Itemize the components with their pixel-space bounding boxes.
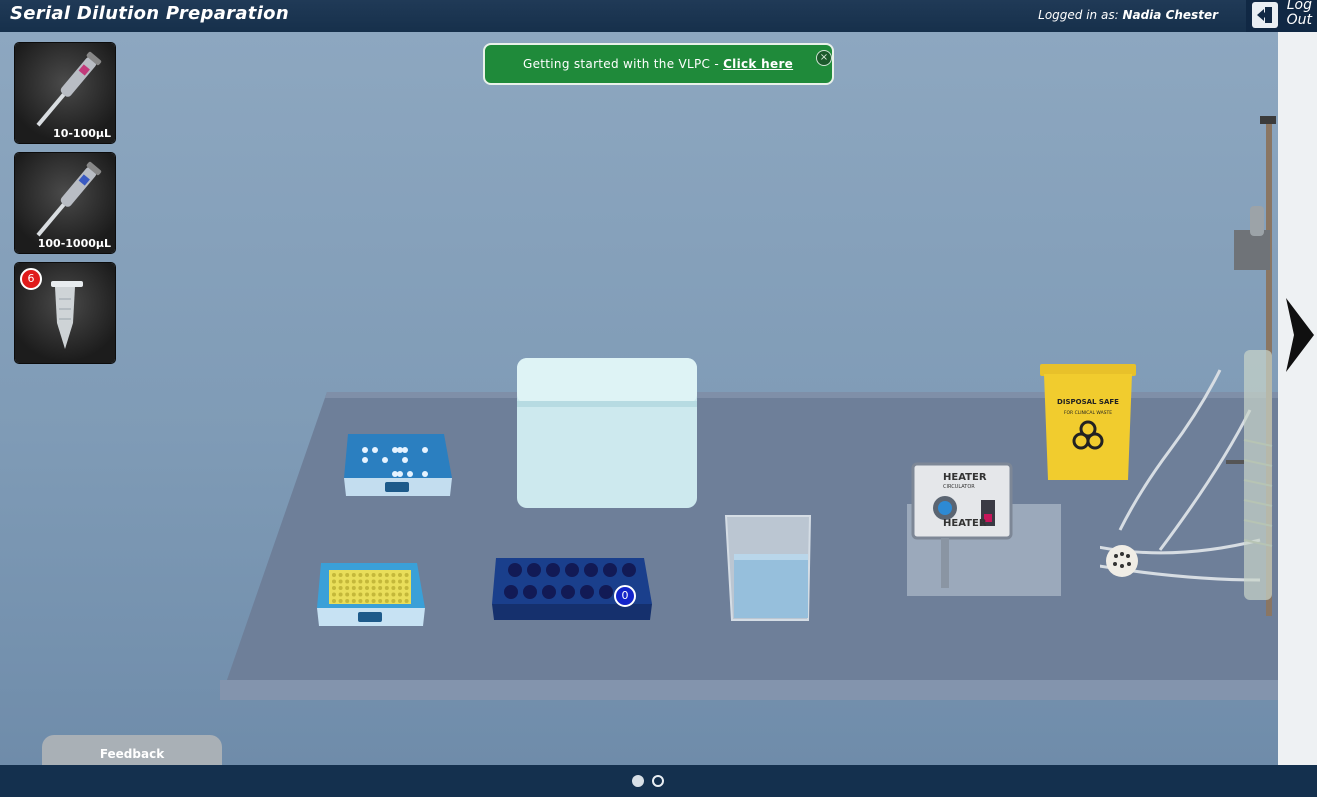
user-name: Nadia Chester	[1122, 8, 1218, 22]
tube-count-badge: 6	[20, 268, 42, 290]
tip-box-blue[interactable]	[340, 430, 455, 500]
heater-label: HEATER	[943, 472, 987, 483]
tool-pipette-10-100[interactable]: 10-100µL	[15, 43, 115, 143]
banner-message: Getting started with the VLPC -	[523, 57, 724, 71]
water-beaker[interactable]	[722, 512, 814, 624]
page-dot-1[interactable]	[632, 775, 644, 787]
tool-label-10-100: 10-100µL	[53, 127, 111, 140]
banner-link[interactable]: Click here	[723, 57, 793, 71]
page-dot-2[interactable]	[652, 775, 664, 787]
logout-label-2: Out	[1286, 12, 1312, 28]
tube-rack-counter: 0	[614, 585, 636, 607]
heater-label-2: HEATER	[943, 518, 987, 529]
login-prefix: Logged in as:	[1038, 8, 1119, 22]
tip-box-yellow[interactable]	[313, 560, 428, 630]
distillation-apparatus[interactable]	[1100, 110, 1278, 620]
logout-icon	[1252, 2, 1278, 28]
getting-started-banner: Getting started with the VLPC - Click he…	[483, 43, 834, 85]
tool-pipette-100-1000[interactable]: 100-1000µL	[15, 153, 115, 253]
logout-button[interactable]: Log Out	[1246, 0, 1317, 32]
feedback-button[interactable]: Feedback	[42, 735, 222, 765]
app-title: Serial Dilution Preparation	[10, 3, 289, 24]
tool-microcentrifuge-tube[interactable]: 6	[15, 263, 115, 363]
right-rail	[1278, 32, 1317, 765]
login-status: Logged in as: Nadia Chester	[1038, 8, 1218, 22]
ice-box[interactable]	[516, 357, 698, 509]
close-icon[interactable]: ×	[816, 50, 832, 66]
next-arrow-icon[interactable]	[1284, 296, 1316, 374]
heater-sublabel: CIRCULATOR	[943, 484, 975, 490]
top-bar: Serial Dilution Preparation Logged in as…	[0, 0, 1317, 32]
tool-label-100-1000: 100-1000µL	[37, 237, 111, 250]
